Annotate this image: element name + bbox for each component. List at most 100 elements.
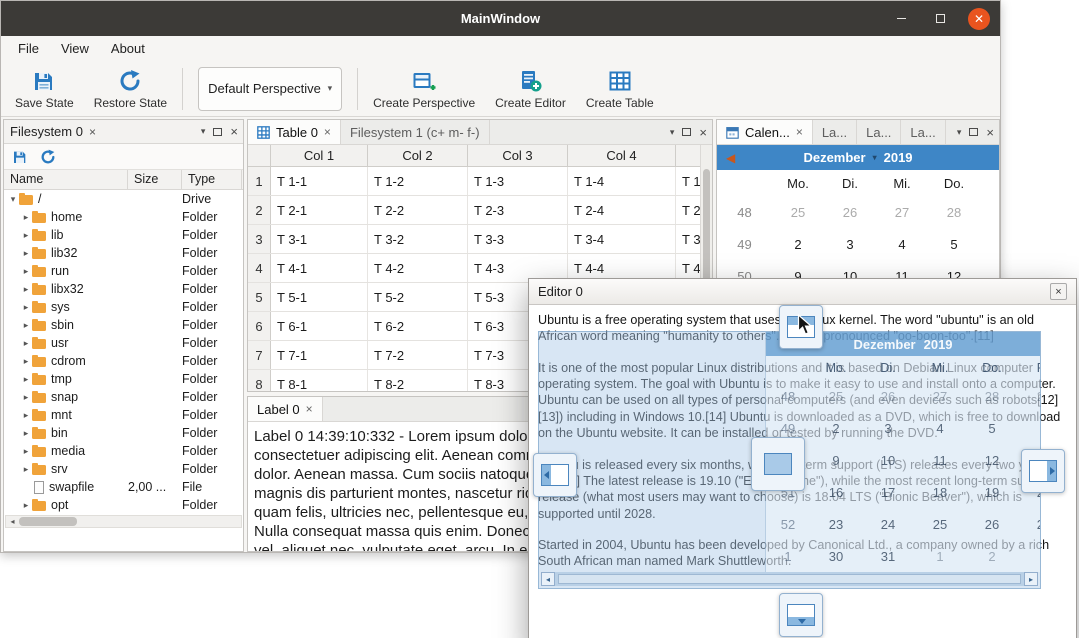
table-cell[interactable]: T 2-3 xyxy=(468,196,568,224)
create-table-button[interactable]: Create Table xyxy=(576,65,664,113)
expander-icon[interactable]: ▸ xyxy=(20,446,32,457)
row-header[interactable]: 8 xyxy=(248,370,271,392)
table-cell[interactable]: T 2-2 xyxy=(368,196,468,224)
menu-item-view[interactable]: View xyxy=(50,38,100,59)
panel-float-icon[interactable] xyxy=(682,128,691,136)
expander-icon[interactable]: ▸ xyxy=(20,230,32,241)
expander-icon[interactable]: ▸ xyxy=(20,284,32,295)
tree-row[interactable]: swapfile2,00 ...File xyxy=(4,478,243,496)
table-cell[interactable]: T 3-1 xyxy=(271,225,368,253)
save-state-button[interactable]: Save State xyxy=(5,65,84,113)
expander-icon[interactable]: ▸ xyxy=(20,392,32,403)
tree-row[interactable]: ▸sbinFolder xyxy=(4,316,243,334)
table-tab-0[interactable]: Table 0× xyxy=(248,120,341,144)
calendar-year[interactable]: 2019 xyxy=(884,150,913,165)
column-header-name[interactable]: Name xyxy=(4,170,128,189)
column-header[interactable]: Col 3 xyxy=(468,145,568,166)
tree-row[interactable]: ▸runFolder xyxy=(4,262,243,280)
tree-row[interactable]: ▸mediaFolder xyxy=(4,442,243,460)
calendar-date[interactable]: 29 xyxy=(980,205,1000,220)
table-cell[interactable]: T 1-4 xyxy=(568,167,676,195)
tree-row[interactable]: ▸libx32Folder xyxy=(4,280,243,298)
table-cell[interactable]: T 3-3 xyxy=(468,225,568,253)
dock-indicator-bottom[interactable] xyxy=(779,593,823,637)
calendar-tab-1[interactable]: La... xyxy=(813,120,857,144)
tab-close-icon[interactable]: × xyxy=(89,125,96,139)
tree-row[interactable]: ▸mntFolder xyxy=(4,406,243,424)
panel-menu-icon[interactable]: ▾ xyxy=(201,126,206,137)
restore-state-button[interactable]: Restore State xyxy=(84,65,177,113)
expander-icon[interactable]: ▸ xyxy=(20,464,32,475)
expander-icon[interactable]: ▸ xyxy=(20,302,32,313)
tree-row[interactable]: ▸homeFolder xyxy=(4,208,243,226)
table-cell[interactable]: T 8-1 xyxy=(271,370,368,392)
row-header[interactable]: 5 xyxy=(248,283,271,311)
calendar-date[interactable]: 2 xyxy=(772,237,824,252)
create-editor-button[interactable]: Create Editor xyxy=(485,65,576,113)
menu-item-file[interactable]: File xyxy=(7,38,50,59)
column-header[interactable]: Col 4 xyxy=(568,145,676,166)
expander-icon[interactable]: ▸ xyxy=(20,356,32,367)
expander-icon[interactable]: ▸ xyxy=(20,266,32,277)
tree-row[interactable]: ▸lib32Folder xyxy=(4,244,243,262)
table-cell[interactable]: T 3-2 xyxy=(368,225,468,253)
label-tab-0[interactable]: Label 0× xyxy=(248,397,323,421)
panel-float-icon[interactable] xyxy=(969,128,978,136)
dock-indicator-right[interactable] xyxy=(1021,449,1065,493)
expander-icon[interactable]: ▸ xyxy=(20,212,32,223)
table-cell[interactable]: T 4-1 xyxy=(271,254,368,282)
window-titlebar[interactable]: MainWindow ✕ xyxy=(1,1,1000,36)
table-cell[interactable]: T 7-2 xyxy=(368,341,468,369)
perspective-combobox[interactable]: Default Perspective ▾ xyxy=(198,67,342,111)
panel-close-icon[interactable]: × xyxy=(230,125,238,138)
table-cell[interactable]: T 6-1 xyxy=(271,312,368,340)
expander-icon[interactable]: ▸ xyxy=(20,374,32,385)
column-header[interactable]: Col 2 xyxy=(368,145,468,166)
table-cell[interactable]: T 6-2 xyxy=(368,312,468,340)
table-cell[interactable]: T 1-3 xyxy=(468,167,568,195)
prev-month-icon[interactable]: ◀ xyxy=(726,151,735,165)
tree-row[interactable]: ▸snapFolder xyxy=(4,388,243,406)
table-cell[interactable]: T 3-4 xyxy=(568,225,676,253)
table-cell[interactable]: T 7-1 xyxy=(271,341,368,369)
calendar-date[interactable]: 3 xyxy=(824,237,876,252)
table-tab-1[interactable]: Filesystem 1 (c+ m- f-) xyxy=(341,120,490,144)
expander-icon[interactable]: ▸ xyxy=(20,428,32,439)
dock-indicator-center[interactable] xyxy=(751,437,805,491)
calendar-tab-3[interactable]: La... xyxy=(901,120,945,144)
expander-icon[interactable]: ▸ xyxy=(20,410,32,421)
panel-close-icon[interactable]: × xyxy=(699,126,707,139)
scroll-left-icon[interactable]: ◂ xyxy=(6,516,19,527)
column-header-type[interactable]: Type xyxy=(182,170,242,189)
panel-float-icon[interactable] xyxy=(213,128,222,136)
dock-indicator-left[interactable] xyxy=(533,453,577,497)
create-perspective-button[interactable]: Create Perspective xyxy=(363,65,485,113)
maximize-button[interactable] xyxy=(929,8,951,30)
table-cell[interactable]: T 2-4 xyxy=(568,196,676,224)
tab-close-icon[interactable]: × xyxy=(324,125,331,139)
menu-item-about[interactable]: About xyxy=(100,38,156,59)
tree-row[interactable]: ▸cdromFolder xyxy=(4,352,243,370)
tree-row[interactable]: ▸tmpFolder xyxy=(4,370,243,388)
calendar-date[interactable]: 5 xyxy=(928,237,980,252)
tree-row[interactable]: ▸sysFolder xyxy=(4,298,243,316)
horizontal-scrollbar[interactable]: ◂ xyxy=(5,515,242,528)
panel-menu-icon[interactable]: ▾ xyxy=(670,127,675,138)
table-cell[interactable]: T 2-1 xyxy=(271,196,368,224)
tree-row[interactable]: ▸optFolder xyxy=(4,496,243,514)
save-icon[interactable] xyxy=(12,149,28,165)
calendar-date[interactable]: 25 xyxy=(772,205,824,220)
expander-open-icon[interactable]: ▾ xyxy=(7,194,19,205)
row-header[interactable]: 1 xyxy=(248,167,271,195)
table-cell[interactable]: T 5-2 xyxy=(368,283,468,311)
panel-menu-icon[interactable]: ▾ xyxy=(957,127,962,138)
column-header[interactable]: Col 1 xyxy=(271,145,368,166)
tree-row[interactable]: ▸usrFolder xyxy=(4,334,243,352)
calendar-date[interactable]: 6 xyxy=(980,237,1000,252)
row-header[interactable]: 4 xyxy=(248,254,271,282)
filesystem-panel-titlebar[interactable]: Filesystem 0 × ▾ × xyxy=(4,120,243,144)
tab-close-icon[interactable]: × xyxy=(796,125,803,139)
scrollbar-thumb[interactable] xyxy=(19,517,77,526)
tree-row[interactable]: ▸binFolder xyxy=(4,424,243,442)
expander-icon[interactable]: ▸ xyxy=(20,248,32,259)
